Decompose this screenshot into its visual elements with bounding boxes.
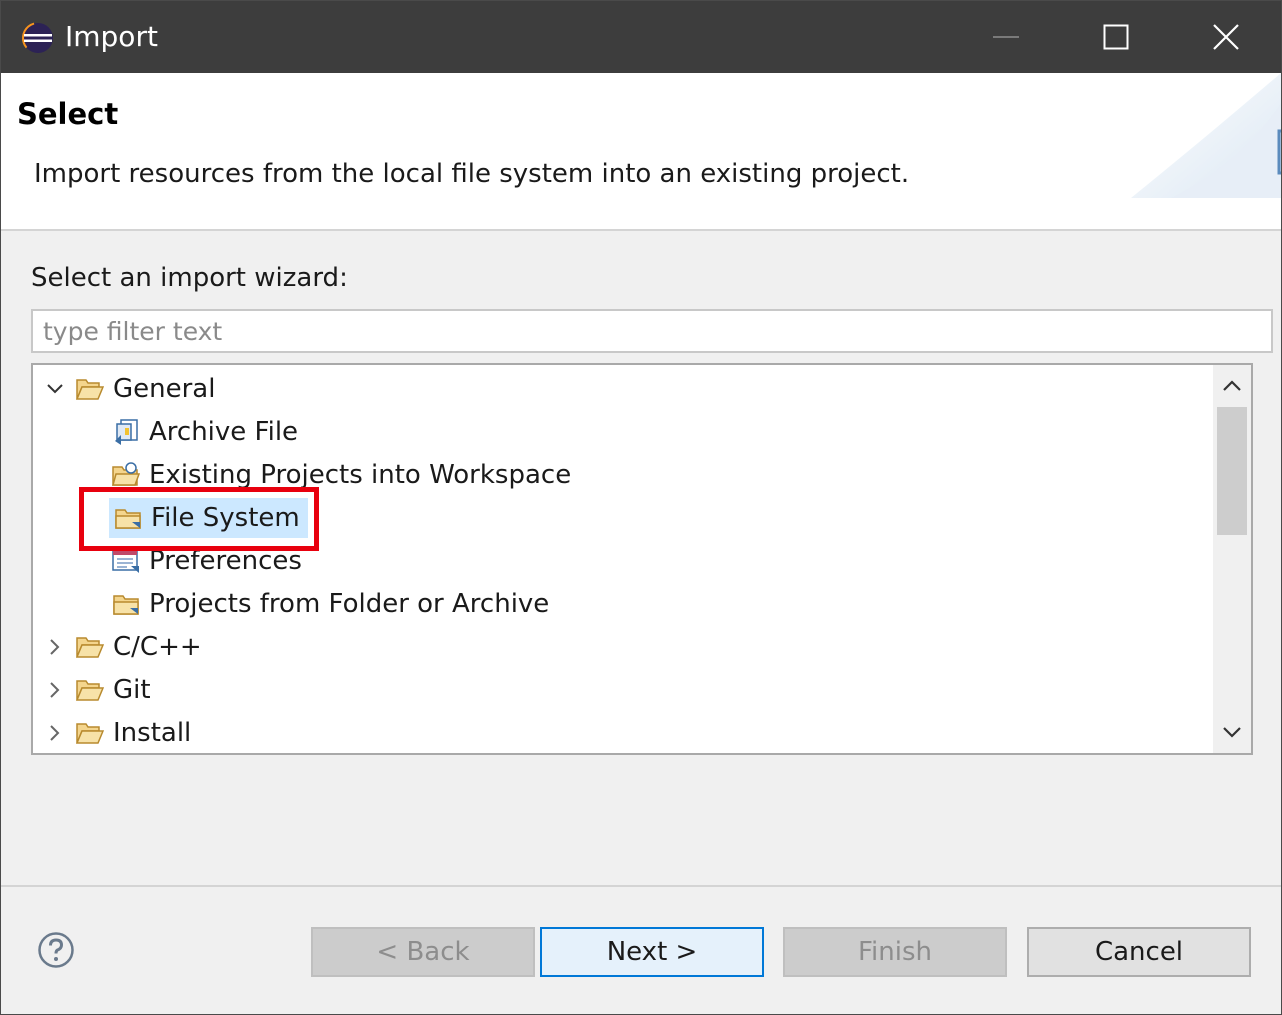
- minimize-icon: [993, 36, 1019, 38]
- tree-item-existing-projects[interactable]: Existing Projects into Workspace: [111, 455, 579, 495]
- footer-divider: [1, 885, 1281, 887]
- folder-open-icon: [75, 675, 105, 705]
- tree-item-archive-file[interactable]: Archive File: [111, 412, 306, 452]
- chevron-right-icon[interactable]: [43, 635, 67, 659]
- tree-item-label: C/C++: [113, 632, 202, 662]
- chevron-right-icon[interactable]: [43, 721, 67, 745]
- title-bar[interactable]: Import: [1, 1, 1281, 73]
- wizard-list-label: Select an import wizard:: [31, 263, 348, 293]
- chevron-up-icon: [1223, 380, 1241, 391]
- tree-item-cpp[interactable]: C/C++: [43, 627, 210, 667]
- scroll-thumb[interactable]: [1217, 407, 1247, 535]
- chevron-down-icon: [1223, 727, 1241, 738]
- folder-open-icon: [75, 374, 105, 404]
- vertical-scrollbar[interactable]: [1213, 365, 1251, 753]
- folder-open-icon: [75, 632, 105, 662]
- tree-item-general[interactable]: General: [43, 369, 223, 409]
- page-title: Select: [17, 97, 119, 131]
- back-button[interactable]: < Back: [311, 927, 535, 977]
- tree-item-label: Preferences: [149, 546, 302, 576]
- cancel-button[interactable]: Cancel: [1027, 927, 1251, 977]
- tree-item-label: Projects from Folder or Archive: [149, 589, 550, 619]
- import-tray-icon: [1131, 73, 1281, 198]
- tree-item-projects-from-folder[interactable]: Projects from Folder or Archive: [111, 584, 557, 624]
- tree-item-install[interactable]: Install: [43, 713, 199, 753]
- filter-input[interactable]: [31, 309, 1273, 353]
- close-button[interactable]: [1171, 1, 1281, 73]
- folder-open-icon: [75, 718, 105, 748]
- eclipse-icon: [22, 22, 54, 54]
- chevron-right-icon[interactable]: [43, 678, 67, 702]
- scroll-down-button[interactable]: [1213, 713, 1251, 753]
- import-dialog: Import Select Import resources from the …: [0, 0, 1282, 1015]
- tree-item-file-system[interactable]: File System: [109, 498, 308, 538]
- tree-item-label: File System: [151, 503, 300, 533]
- preferences-icon: [111, 546, 141, 576]
- tree-item-preferences[interactable]: Preferences: [111, 541, 310, 581]
- archive-file-icon: [111, 417, 141, 447]
- scroll-up-button[interactable]: [1213, 365, 1251, 405]
- maximize-button[interactable]: [1061, 1, 1171, 73]
- tree-item-label: Existing Projects into Workspace: [149, 460, 572, 490]
- window-title: Import: [65, 20, 158, 53]
- close-icon: [1213, 24, 1239, 50]
- folder-icon: [113, 503, 143, 533]
- tree-item-label: Install: [113, 718, 192, 748]
- page-description: Import resources from the local file sys…: [34, 159, 910, 189]
- finish-button[interactable]: Finish: [783, 927, 1007, 977]
- chevron-down-icon[interactable]: [43, 377, 67, 401]
- tree-item-label: General: [113, 374, 216, 404]
- tree-item-label: Archive File: [149, 417, 299, 447]
- project-folder-icon: [111, 460, 141, 490]
- wizard-tree[interactable]: General Archive File Existing Projects i…: [31, 363, 1253, 755]
- wizard-header: Select Import resources from the local f…: [1, 73, 1281, 231]
- tree-item-git[interactable]: Git: [43, 670, 159, 710]
- next-button[interactable]: Next >: [540, 927, 764, 977]
- help-icon[interactable]: [37, 931, 75, 969]
- folder-icon: [111, 589, 141, 619]
- minimize-button[interactable]: [951, 1, 1061, 73]
- maximize-icon: [1103, 24, 1129, 50]
- tree-item-label: Git: [113, 675, 151, 705]
